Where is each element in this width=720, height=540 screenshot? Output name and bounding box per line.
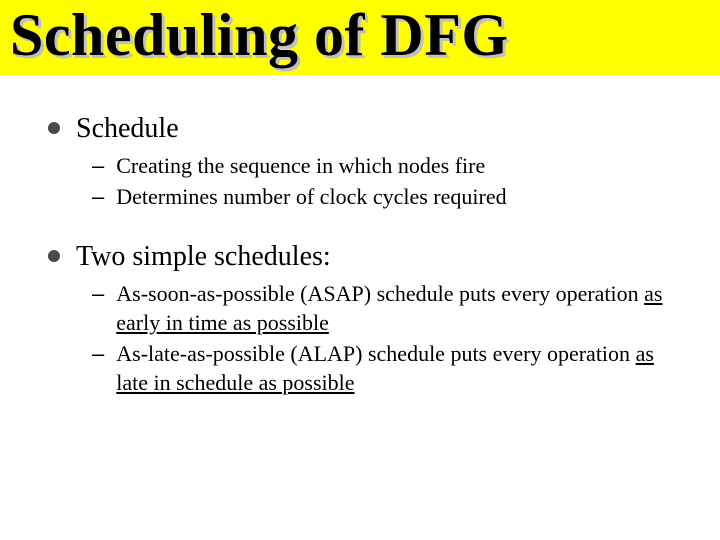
list-item: – As-soon-as-possible (ASAP) schedule pu… bbox=[92, 279, 680, 337]
bullet-icon bbox=[48, 250, 60, 262]
slide-content: Schedule – Creating the sequence in whic… bbox=[0, 75, 720, 397]
item-text: Determines number of clock cycles requir… bbox=[116, 182, 680, 211]
bullet-schedule: Schedule bbox=[48, 113, 680, 145]
item-pre: As-late-as-possible (ALAP) schedule puts… bbox=[116, 341, 635, 366]
title-bar: Scheduling of DFG bbox=[0, 0, 720, 75]
dash-icon: – bbox=[92, 182, 104, 211]
sublist-schedule: – Creating the sequence in which nodes f… bbox=[48, 151, 680, 211]
dash-icon: – bbox=[92, 279, 104, 308]
slide-title: Scheduling of DFG bbox=[10, 4, 710, 67]
item-text: As-late-as-possible (ALAP) schedule puts… bbox=[116, 339, 680, 397]
bullet-two-schedules: Two simple schedules: bbox=[48, 241, 680, 273]
item-pre: As-soon-as-possible (ASAP) schedule puts… bbox=[116, 281, 644, 306]
dash-icon: – bbox=[92, 339, 104, 368]
list-item: – Creating the sequence in which nodes f… bbox=[92, 151, 680, 180]
bullet-heading: Two simple schedules: bbox=[76, 241, 331, 273]
bullet-icon bbox=[48, 122, 60, 134]
dash-icon: – bbox=[92, 151, 104, 180]
item-text: As-soon-as-possible (ASAP) schedule puts… bbox=[116, 279, 680, 337]
list-item: – As-late-as-possible (ALAP) schedule pu… bbox=[92, 339, 680, 397]
item-text: Creating the sequence in which nodes fir… bbox=[116, 151, 680, 180]
sublist-two-schedules: – As-soon-as-possible (ASAP) schedule pu… bbox=[48, 279, 680, 397]
bullet-heading: Schedule bbox=[76, 113, 179, 145]
list-item: – Determines number of clock cycles requ… bbox=[92, 182, 680, 211]
